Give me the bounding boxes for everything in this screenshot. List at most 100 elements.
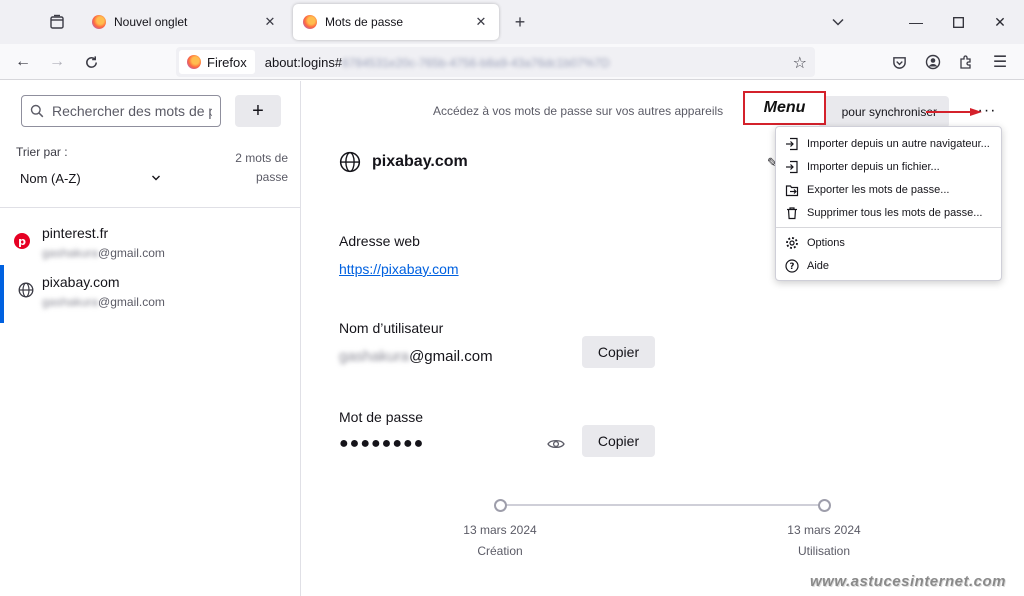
account-icon xyxy=(925,54,941,70)
account-button[interactable] xyxy=(921,50,945,74)
arrow-right-icon: → xyxy=(49,53,65,70)
menu-item-options[interactable]: Options xyxy=(776,232,1001,254)
identity-box[interactable]: Firefox xyxy=(179,50,255,74)
extensions-button[interactable] xyxy=(954,50,978,74)
menu-item-label: Importer depuis un autre navigateur... xyxy=(807,138,990,150)
globe-icon xyxy=(339,151,361,173)
username-domain: @gmail.com xyxy=(409,348,493,365)
username-domain: @gmail.com xyxy=(98,246,165,260)
search-box[interactable] xyxy=(21,95,221,127)
pocket-button[interactable] xyxy=(887,50,911,74)
maximize-button[interactable] xyxy=(938,6,978,38)
tab-mots-de-passe[interactable]: Mots de passe ✕ xyxy=(293,4,499,40)
menu-item-help[interactable]: ? Aide xyxy=(776,255,1001,277)
login-username: gashakura@gmail.com xyxy=(42,295,165,309)
menu-item-import-file[interactable]: Importer depuis un fichier... xyxy=(776,156,1001,178)
globe-icon xyxy=(18,282,34,298)
sort-select[interactable]: Nom (A-Z) xyxy=(16,167,166,189)
timeline-line xyxy=(506,504,824,506)
created-label: Création xyxy=(477,544,523,558)
watermark: www.astucesinternet.com xyxy=(810,573,1006,590)
url-bar[interactable]: Firefox about:logins#6784531e20c-765b-47… xyxy=(176,47,815,77)
export-icon xyxy=(784,182,800,198)
sync-promo-text: Accédez à vos mots de passe sur vos autr… xyxy=(433,104,724,118)
search-input[interactable] xyxy=(52,103,212,119)
close-icon[interactable]: ✕ xyxy=(473,14,489,30)
identity-label: Firefox xyxy=(207,54,247,70)
app-menu-button[interactable]: ☰ xyxy=(988,50,1012,74)
firefox-view-button[interactable] xyxy=(41,6,73,38)
count-line1: 2 mots de xyxy=(235,151,288,165)
url-visible: about:logins# xyxy=(264,54,343,70)
used-label: Utilisation xyxy=(797,544,851,558)
puzzle-icon xyxy=(960,55,971,69)
more-options-button[interactable]: ··· xyxy=(973,99,1001,123)
arrow-left-icon: ← xyxy=(15,53,31,70)
maximize-icon xyxy=(952,16,964,28)
copy-password-button[interactable]: Copier xyxy=(582,425,655,457)
firefox-icon xyxy=(187,55,201,69)
menu-item-export[interactable]: Exporter les mots de passe... xyxy=(776,179,1001,201)
minimize-button[interactable]: — xyxy=(896,6,936,38)
new-tab-button[interactable]: + xyxy=(504,6,536,38)
forward-button[interactable]: → xyxy=(43,48,71,76)
pocket-icon xyxy=(892,56,906,69)
url-blurred: 6784531e20c-765b-4756-b8a9-43a76dc1b07%7… xyxy=(342,55,610,70)
menu-item-label: Supprimer tous les mots de passe... xyxy=(807,207,983,219)
close-window-button[interactable]: ✕ xyxy=(980,6,1020,38)
import-file-icon xyxy=(784,159,800,175)
back-button[interactable]: ← xyxy=(9,48,37,76)
login-site: pixabay.com xyxy=(42,274,120,290)
bookmark-star-icon[interactable]: ☆ xyxy=(793,53,807,73)
firefox-icon xyxy=(92,15,106,29)
menu-item-label: Exporter les mots de passe... xyxy=(807,184,950,196)
username-hidden: gashakura xyxy=(42,246,99,260)
login-username: gashakura@gmail.com xyxy=(42,246,165,260)
plus-icon: + xyxy=(514,11,526,32)
tab-nouvel-onglet[interactable]: Nouvel onglet ✕ xyxy=(82,4,288,40)
menu-item-label: Aide xyxy=(807,260,830,272)
menu-callout: Menu xyxy=(743,91,826,125)
sort-value: Nom (A-Z) xyxy=(20,170,81,186)
username-label: Nom d’utilisateur xyxy=(339,320,444,336)
firefox-icon xyxy=(303,15,317,29)
copy-username-button[interactable]: Copier xyxy=(582,336,655,368)
web-address-link[interactable]: https://pixabay.com xyxy=(339,261,459,277)
reload-icon xyxy=(85,55,97,68)
menu-item-import-browser[interactable]: Importer depuis un autre navigateur... xyxy=(776,133,1001,155)
menu-item-delete-all[interactable]: Supprimer tous les mots de passe... xyxy=(776,202,1001,224)
count-line2: passe xyxy=(255,170,288,184)
pinterest-icon: p xyxy=(14,233,30,249)
used-date: 13 mars 2024 xyxy=(787,523,861,537)
username-hidden: gashakura xyxy=(42,295,99,309)
username-value: gashakura@gmail.com xyxy=(339,348,493,365)
reload-button[interactable] xyxy=(77,48,105,76)
login-title: pixabay.com xyxy=(372,153,468,170)
close-icon[interactable]: ✕ xyxy=(262,14,278,30)
menu-separator xyxy=(776,227,1001,228)
login-list-item-selected[interactable]: pixabay.com gashakura@gmail.com xyxy=(0,265,300,323)
svg-text:p: p xyxy=(18,235,26,248)
navigation-bar: ← → Firefox about:logins#6784531e20c-765… xyxy=(0,44,1024,80)
timeline-dot-created xyxy=(494,499,507,512)
url-text: about:logins#6784531e20c-765b-4756-b8a9-… xyxy=(265,55,610,70)
created-date: 13 mars 2024 xyxy=(463,523,537,537)
logins-count: 2 mots de passe xyxy=(218,149,288,187)
logins-sidebar: + Trier par : Nom (A-Z) 2 mots de passe … xyxy=(0,81,301,596)
trash-icon xyxy=(784,205,800,221)
minimize-icon: — xyxy=(909,14,923,30)
options-menu: Importer depuis un autre navigateur... I… xyxy=(775,126,1002,281)
username-hidden: gashakura xyxy=(339,348,410,365)
web-address-label: Adresse web xyxy=(339,233,420,249)
menu-item-label: Importer depuis un fichier... xyxy=(807,161,940,173)
svg-text:?: ? xyxy=(790,262,795,272)
import-icon xyxy=(784,136,800,152)
close-icon: ✕ xyxy=(994,13,1006,30)
password-label: Mot de passe xyxy=(339,409,424,425)
timeline-dot-used xyxy=(818,499,831,512)
help-icon: ? xyxy=(784,258,800,274)
add-login-button[interactable]: + xyxy=(235,95,281,127)
tab-title: Nouvel onglet xyxy=(114,15,188,29)
eye-icon[interactable] xyxy=(547,437,565,451)
list-tabs-button[interactable] xyxy=(822,6,854,38)
